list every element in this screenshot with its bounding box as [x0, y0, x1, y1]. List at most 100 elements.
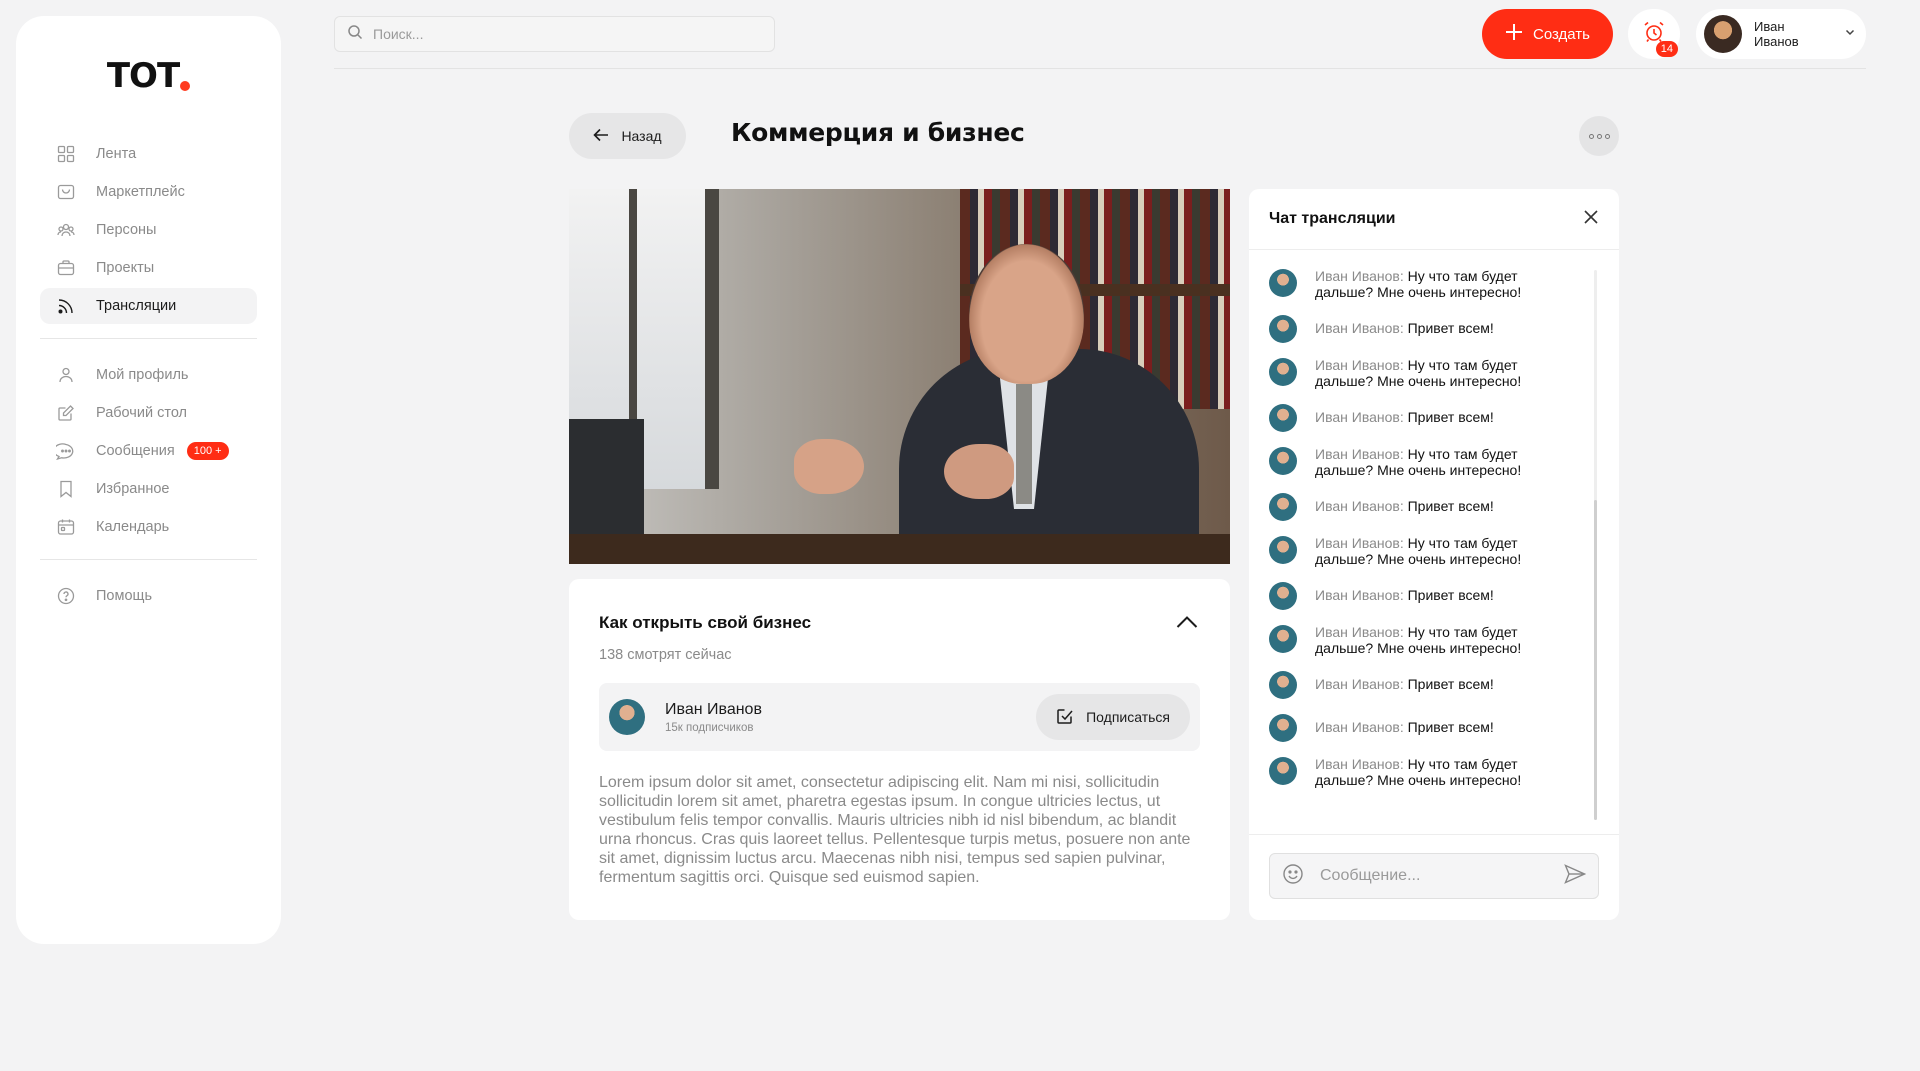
chat-title: Чат трансляции [1269, 210, 1396, 227]
message-author[interactable]: Иван Иванов: [1315, 357, 1404, 373]
chat-footer [1249, 834, 1619, 920]
grid-icon [56, 144, 76, 164]
logo-dot [180, 81, 191, 91]
messages-badge: 100 + [186, 442, 229, 460]
author-meta: Иван Иванов 15к подписчиков [665, 701, 762, 734]
sidebar-item-label: Избранное [96, 481, 170, 497]
sidebar-item-help[interactable]: Помощь [40, 578, 257, 614]
dot-icon [1604, 133, 1610, 139]
message-text: Привет всем! [1403, 587, 1494, 603]
sidebar-item-persons[interactable]: Персоны [40, 212, 257, 248]
chat-scrollbar[interactable] [1594, 270, 1597, 820]
sidebar-item-messages[interactable]: Сообщения 100 + [40, 433, 257, 469]
edit-icon [56, 403, 76, 423]
stream-info: Как открыть свой бизнес 138 смотрят сейч… [569, 579, 1230, 920]
video-speaker-hand [794, 439, 864, 494]
message-author[interactable]: Иван Иванов: [1315, 320, 1404, 336]
sidebar-item-projects[interactable]: Проекты [40, 250, 257, 286]
message-avatar[interactable] [1269, 447, 1297, 475]
scrollbar-thumb[interactable] [1594, 500, 1597, 820]
message-author[interactable]: Иван Иванов: [1315, 498, 1404, 514]
create-label: Создать [1532, 25, 1590, 43]
bag-icon [56, 182, 76, 202]
chat-message: Иван Иванов: Ну что там будет дальше? Мн… [1269, 535, 1619, 567]
message-avatar[interactable] [1269, 582, 1297, 610]
message-avatar[interactable] [1269, 493, 1297, 521]
message-author[interactable]: Иван Иванов: [1315, 535, 1404, 551]
sidebar-item-broadcasts[interactable]: Трансляции [40, 288, 257, 324]
sidebar-item-label: Трансляции [96, 298, 177, 314]
message-author[interactable]: Иван Иванов: [1315, 587, 1404, 603]
subscribe-button[interactable]: Подписаться [1036, 694, 1190, 740]
chat-message: Иван Иванов: Привет всем! [1269, 670, 1619, 699]
author-avatar[interactable] [609, 699, 645, 735]
chevron-down-icon [1844, 25, 1856, 43]
chat-message: Иван Иванов: Привет всем! [1269, 492, 1619, 521]
message-avatar[interactable] [1269, 757, 1297, 785]
bookmark-icon [56, 479, 76, 499]
logo[interactable]: TOT [40, 46, 257, 106]
chat-message: Иван Иванов: Привет всем! [1269, 713, 1619, 742]
sidebar-item-marketplace[interactable]: Маркетплейс [40, 174, 257, 210]
avatar [1704, 15, 1742, 53]
search-icon [347, 24, 363, 45]
message-author[interactable]: Иван Иванов: [1315, 446, 1404, 462]
sidebar-item-favorites[interactable]: Избранное [40, 471, 257, 507]
video-player[interactable] [569, 189, 1230, 564]
sidebar-item-calendar[interactable]: Календарь [40, 509, 257, 545]
sidebar-item-label: Персоны [96, 222, 157, 238]
notifications-button[interactable]: 14 [1628, 9, 1680, 59]
personal-nav: Мой профиль Рабочий стол Сообщения 100 +… [40, 357, 257, 545]
video-speaker-hand [944, 444, 1014, 499]
more-options-button[interactable] [1579, 116, 1619, 156]
people-icon [56, 220, 76, 240]
close-icon[interactable] [1583, 209, 1599, 230]
search-input[interactable] [373, 26, 762, 42]
user-name: Иван Иванов [1754, 19, 1799, 49]
message-avatar[interactable] [1269, 671, 1297, 699]
arrow-left-icon [593, 128, 609, 145]
create-button[interactable]: Создать [1482, 9, 1613, 59]
emoji-icon[interactable] [1282, 863, 1304, 890]
message-text: Привет всем! [1403, 409, 1494, 425]
plus-icon [1505, 23, 1523, 45]
subscribe-label: Подписаться [1086, 709, 1170, 725]
author-name[interactable]: Иван Иванов [665, 701, 762, 719]
message-avatar[interactable] [1269, 536, 1297, 564]
sidebar-item-feed[interactable]: Лента [40, 136, 257, 172]
back-button[interactable]: Назад [569, 113, 686, 159]
dot-icon [1596, 133, 1602, 139]
send-icon[interactable] [1564, 863, 1587, 889]
stream-chat: Чат трансляции Иван Иванов: Ну что там б… [1249, 189, 1619, 920]
chat-input-box [1269, 853, 1599, 899]
message-author[interactable]: Иван Иванов: [1315, 676, 1404, 692]
chat-message: Иван Иванов: Ну что там будет дальше? Мн… [1269, 357, 1619, 389]
chat-header: Чат трансляции [1249, 189, 1619, 250]
page-title: Коммерция и бизнес [731, 118, 1025, 147]
message-author[interactable]: Иван Иванов: [1315, 719, 1404, 735]
chat-message: Иван Иванов: Привет всем! [1269, 314, 1619, 343]
search-bar [334, 16, 775, 52]
message-avatar[interactable] [1269, 625, 1297, 653]
back-label: Назад [621, 128, 662, 144]
message-avatar[interactable] [1269, 358, 1297, 386]
message-author[interactable]: Иван Иванов: [1315, 756, 1404, 772]
message-avatar[interactable] [1269, 269, 1297, 297]
chevron-up-icon[interactable] [1176, 615, 1198, 634]
calendar-icon [56, 517, 76, 537]
sidebar-item-label: Лента [96, 146, 137, 162]
message-input[interactable] [1320, 867, 1564, 885]
message-author[interactable]: Иван Иванов: [1315, 268, 1404, 284]
message-avatar[interactable] [1269, 315, 1297, 343]
message-author[interactable]: Иван Иванов: [1315, 409, 1404, 425]
message-avatar[interactable] [1269, 404, 1297, 432]
video-speaker-tie [1016, 384, 1032, 504]
chat-messages[interactable]: Иван Иванов: Ну что там будет дальше? Мн… [1249, 250, 1619, 834]
sidebar-item-label: Сообщения [96, 443, 175, 459]
user-menu[interactable]: Иван Иванов [1696, 9, 1866, 59]
chat-message: Иван Иванов: Ну что там будет дальше? Мн… [1269, 756, 1619, 788]
message-author[interactable]: Иван Иванов: [1315, 624, 1404, 640]
message-avatar[interactable] [1269, 714, 1297, 742]
sidebar-item-profile[interactable]: Мой профиль [40, 357, 257, 393]
sidebar-item-desktop[interactable]: Рабочий стол [40, 395, 257, 431]
